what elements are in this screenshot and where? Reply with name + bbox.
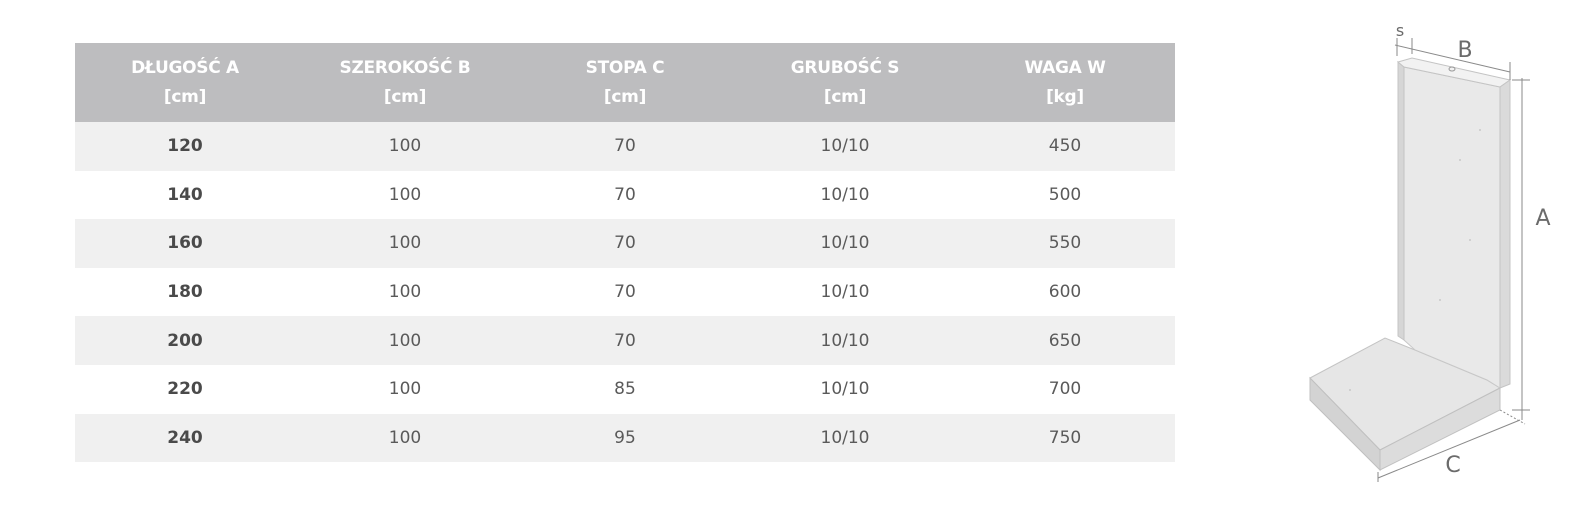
cell-thickness: 10/10	[735, 413, 955, 463]
cell-weight: 650	[955, 316, 1175, 365]
cell-foot: 70	[515, 219, 735, 268]
dimension-label-a: A	[1535, 206, 1550, 231]
table-row: 240 100 95 10/10 750	[75, 413, 1175, 463]
cell-width: 100	[295, 413, 515, 463]
cell-thickness: 10/10	[735, 122, 955, 171]
cell-length: 140	[75, 170, 295, 220]
cell-width: 100	[295, 122, 515, 171]
cell-weight: 750	[955, 413, 1175, 463]
header-thickness-s: GRUBOŚĆ S [cm]	[735, 43, 955, 122]
cell-weight: 550	[955, 219, 1175, 268]
dimension-label-b: B	[1457, 38, 1472, 63]
cell-foot: 70	[515, 122, 735, 171]
cell-width: 100	[295, 364, 515, 414]
table-row: 180 100 70 10/10 600	[75, 267, 1175, 317]
dimension-label-s: s	[1396, 21, 1404, 40]
table-row: 120 100 70 10/10 450	[75, 122, 1175, 171]
cell-thickness: 10/10	[735, 316, 955, 365]
cell-weight: 500	[955, 170, 1175, 220]
cell-weight: 450	[955, 122, 1175, 171]
cell-foot: 70	[515, 316, 735, 365]
l-wall-shape	[1309, 57, 1512, 472]
cell-foot: 95	[515, 413, 735, 463]
cell-weight: 600	[955, 267, 1175, 317]
header-length-a: DŁUGOŚĆ A [cm]	[75, 43, 295, 122]
cell-length: 200	[75, 316, 295, 365]
cell-foot: 70	[515, 170, 735, 220]
header-weight-w: WAGA W [kg]	[955, 43, 1175, 122]
cell-thickness: 10/10	[735, 267, 955, 317]
cell-foot: 70	[515, 267, 735, 317]
cell-length: 120	[75, 122, 295, 171]
cell-width: 100	[295, 316, 515, 365]
header-foot-c: STOPA C [cm]	[515, 43, 735, 122]
cell-thickness: 10/10	[735, 170, 955, 220]
cell-weight: 700	[955, 364, 1175, 414]
table-header-row: DŁUGOŚĆ A [cm] SZEROKOŚĆ B [cm] STOPA C [cm…	[75, 43, 1175, 122]
dimension-label-c: C	[1445, 453, 1460, 478]
cell-width: 100	[295, 267, 515, 317]
cell-foot: 85	[515, 364, 735, 414]
cell-width: 100	[295, 219, 515, 268]
table-row: 200 100 70 10/10 650	[75, 316, 1175, 365]
header-width-b: SZEROKOŚĆ B [cm]	[295, 43, 515, 122]
cell-length: 180	[75, 267, 295, 317]
table-row: 160 100 70 10/10 550	[75, 219, 1175, 268]
cell-length: 160	[75, 219, 295, 268]
table-row: 140 100 70 10/10 500	[75, 170, 1175, 220]
cell-thickness: 10/10	[735, 219, 955, 268]
cell-length: 220	[75, 364, 295, 414]
cell-width: 100	[295, 170, 515, 220]
cell-length: 240	[75, 413, 295, 463]
table-row: 220 100 85 10/10 700	[75, 364, 1175, 414]
spec-table: DŁUGOŚĆ A [cm] SZEROKOŚĆ B [cm] STOPA C [cm…	[75, 43, 1175, 463]
l-wall-diagram: s B A C	[1309, 21, 1551, 482]
cell-thickness: 10/10	[735, 364, 955, 414]
